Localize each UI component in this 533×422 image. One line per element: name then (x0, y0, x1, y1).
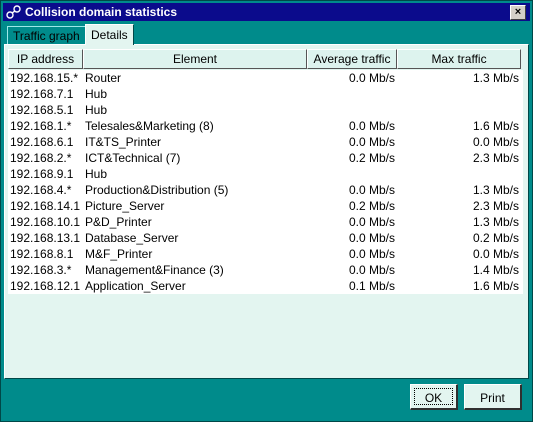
ip-cell: 192.168.3.* (10, 263, 72, 277)
tab-traffic-graph[interactable]: Traffic graph (7, 26, 86, 45)
ip-cell: 192.168.9.1 (10, 167, 74, 181)
table-row[interactable]: 192.168.5.1 Hub (8, 102, 523, 118)
table-header: IP address Element Average traffic Max t… (8, 49, 523, 69)
element-cell: IT&TS_Printer (85, 135, 162, 149)
table-row[interactable]: 192.168.14.1 Picture_Server 0.2 Mb/s 2.3 Mb… (8, 198, 523, 214)
average-traffic-cell: 0.0 Mb/s (348, 263, 395, 277)
column-header-element[interactable]: Element (83, 49, 307, 69)
ip-cell: 192.168.6.1 (10, 135, 74, 149)
tab-details[interactable]: Details (85, 24, 134, 45)
ip-cell: 192.168.8.1 (10, 247, 74, 261)
ok-button[interactable]: OK (410, 384, 458, 410)
max-traffic-cell: 1.4 Mb/s (472, 263, 519, 277)
element-cell: Hub (85, 167, 108, 181)
column-header-average-traffic[interactable]: Average traffic (307, 49, 397, 69)
max-traffic-cell: 2.3 Mb/s (472, 151, 519, 165)
element-cell: Router (85, 71, 122, 85)
max-traffic-cell (402, 86, 519, 102)
max-traffic-cell: 1.3 Mb/s (472, 183, 519, 197)
table-row[interactable]: 192.168.6.1 IT&TS_Printer 0.0 Mb/s 0.0 Mb/s (8, 134, 523, 150)
table-row[interactable]: 192.168.3.* Management&Finance (3) 0.0 Mb/… (8, 262, 523, 278)
table-row[interactable]: 192.168.13.1 Database_Server 0.0 Mb/s 0.2 M… (8, 230, 523, 246)
column-header-ip[interactable]: IP address (8, 49, 83, 69)
element-cell: Picture_Server (85, 199, 165, 213)
element-cell: Hub (85, 87, 108, 101)
table-row[interactable]: 192.168.15.* Router 0.0 Mb/s 1.3 Mb/s (8, 70, 523, 86)
ip-cell: 192.168.4.* (10, 183, 72, 197)
max-traffic-cell: 1.6 Mb/s (472, 119, 519, 133)
title-bar[interactable]: Collision domain statistics × (3, 3, 530, 21)
element-cell: Database_Server (85, 231, 179, 245)
average-traffic-cell: 0.2 Mb/s (348, 199, 395, 213)
element-cell: Production&Distribution (5) (85, 183, 229, 197)
average-traffic-cell: 0.0 Mb/s (348, 119, 395, 133)
max-traffic-cell: 0.2 Mb/s (472, 231, 519, 245)
window-title: Collision domain statistics (25, 5, 178, 19)
average-traffic-cell: 0.0 Mb/s (348, 215, 395, 229)
table-row[interactable]: 192.168.12.1 Application_Server 0.1 Mb/s 1.… (8, 278, 523, 294)
max-traffic-cell: 2.3 Mb/s (472, 199, 519, 213)
element-cell: ICT&Technical (7) (85, 151, 181, 165)
print-button-label: Print (480, 391, 505, 405)
table-row[interactable]: 192.168.10.1 P&D_Printer 0.0 Mb/s 1.3 Mb/s (8, 214, 523, 230)
max-traffic-cell: 0.0 Mb/s (472, 247, 519, 261)
max-traffic-cell: 0.0 Mb/s (472, 135, 519, 149)
element-cell: M&F_Printer (85, 247, 153, 261)
max-traffic-cell: 1.3 Mb/s (472, 71, 519, 85)
ip-cell: 192.168.12.1 (10, 279, 81, 293)
max-traffic-cell: 1.6 Mb/s (472, 279, 519, 293)
ip-cell: 192.168.5.1 (10, 103, 74, 117)
element-cell: Telesales&Marketing (8) (85, 119, 214, 133)
table-body: 192.168.15.* Router 0.0 Mb/s 1.3 Mb/s 192.16… (8, 70, 523, 294)
table-row[interactable]: 192.168.2.* ICT&Technical (7) 0.2 Mb/s 2.3 … (8, 150, 523, 166)
ip-cell: 192.168.15.* (10, 71, 79, 85)
ip-cell: 192.168.14.1 (10, 199, 81, 213)
ip-cell: 192.168.1.* (10, 119, 72, 133)
ip-cell: 192.168.13.1 (10, 231, 81, 245)
average-traffic-cell: 0.1 Mb/s (348, 279, 395, 293)
average-traffic-cell: 0.0 Mb/s (348, 183, 395, 197)
average-traffic-cell: 0.0 Mb/s (348, 71, 395, 85)
average-traffic-cell: 0.0 Mb/s (348, 247, 395, 261)
element-cell: Application_Server (85, 279, 186, 293)
table-row[interactable]: 192.168.8.1 M&F_Printer 0.0 Mb/s 0.0 Mb/s (8, 246, 523, 262)
table-row[interactable]: 192.168.9.1 Hub (8, 166, 523, 182)
max-traffic-cell: 1.3 Mb/s (472, 215, 519, 229)
element-cell: Management&Finance (3) (85, 263, 224, 277)
column-header-max-traffic[interactable]: Max traffic (397, 49, 521, 69)
focus-indicator (414, 388, 453, 405)
close-icon: × (514, 6, 522, 18)
average-traffic-cell: 0.2 Mb/s (348, 151, 395, 165)
close-button[interactable]: × (510, 5, 526, 20)
element-cell: Hub (85, 103, 108, 117)
table-row[interactable]: 192.168.4.* Production&Distribution (5) 0.… (8, 182, 523, 198)
max-traffic-cell (402, 102, 519, 118)
statistics-table: IP address Element Average traffic Max t… (8, 49, 523, 374)
statistics-window: Collision domain statistics × Traffic gr… (0, 0, 533, 422)
ip-cell: 192.168.7.1 (10, 87, 74, 101)
details-panel: IP address Element Average traffic Max t… (4, 44, 529, 379)
network-nodes-icon (6, 5, 21, 19)
ip-cell: 192.168.2.* (10, 151, 72, 165)
average-traffic-cell (308, 166, 395, 182)
tab-label: Details (91, 28, 128, 42)
average-traffic-cell (308, 86, 395, 102)
table-row[interactable]: 192.168.7.1 Hub (8, 86, 523, 102)
average-traffic-cell: 0.0 Mb/s (348, 135, 395, 149)
max-traffic-cell (402, 166, 519, 182)
average-traffic-cell: 0.0 Mb/s (348, 231, 395, 245)
tab-label: Traffic graph (13, 29, 80, 43)
ip-cell: 192.168.10.1 (10, 215, 81, 229)
print-button[interactable]: Print (464, 384, 522, 410)
average-traffic-cell (308, 102, 395, 118)
table-row[interactable]: 192.168.1.* Telesales&Marketing (8) 0.0 Mb… (8, 118, 523, 134)
element-cell: P&D_Printer (85, 215, 152, 229)
